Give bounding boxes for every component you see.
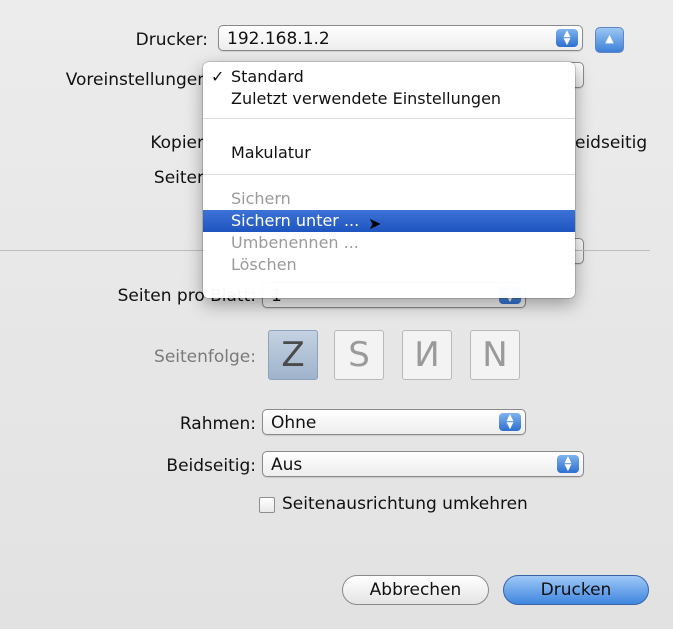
page-order-label: Seitenfolge: — [154, 347, 256, 367]
menu-item-standard[interactable]: ✓ Standard — [203, 66, 575, 88]
border-value: Ohne — [271, 413, 317, 433]
printer-value: 192.168.1.2 — [227, 29, 330, 49]
border-popup[interactable]: Ohne ▲ ▼ — [262, 409, 526, 435]
duplex-background-label: eidseitig — [575, 133, 648, 153]
up-down-arrows-icon: ▲▼ — [499, 413, 521, 431]
cancel-button[interactable]: Abbrechen — [342, 575, 489, 605]
menu-item-label: Makulatur — [231, 143, 311, 162]
menu-item-label: Sichern — [231, 189, 291, 208]
duplex-popup[interactable]: Aus ▲ ▼ — [262, 451, 584, 477]
menu-item-recent-settings[interactable]: Zuletzt verwendete Einstellungen — [203, 88, 575, 110]
n-order-icon[interactable]: И — [402, 330, 452, 380]
border-label: Rahmen: — [179, 414, 256, 434]
menu-item-delete: Löschen — [203, 254, 575, 276]
menu-item-label: Sichern unter ... — [231, 211, 360, 230]
print-dialog: Drucker: 192.168.1.2 ▲ ▼ ▲ Voreinstellung… — [0, 0, 673, 629]
menu-item-rename: Umbenennen ... — [203, 232, 575, 254]
menu-item-save: Sichern — [203, 188, 575, 210]
menu-item-label: Löschen — [231, 255, 297, 274]
reverse-z-order-icon[interactable]: S — [334, 330, 384, 380]
presets-menu: ✓ Standard Zuletzt verwendete Einstellun… — [203, 62, 575, 298]
presets-label: Voreinstellungen — [65, 70, 208, 90]
menu-separator — [203, 174, 575, 175]
menu-item-makulatur[interactable]: Makulatur — [203, 142, 575, 164]
reverse-orientation-checkbox[interactable] — [259, 497, 275, 513]
menu-item-label: Zuletzt verwendete Einstellungen — [231, 89, 502, 108]
printer-label: Drucker: — [135, 30, 208, 50]
up-down-arrows-icon: ▲▼ — [557, 455, 579, 473]
disclosure-triangle-icon[interactable]: ▲ — [595, 27, 624, 53]
duplex-value: Aus — [271, 455, 303, 475]
z-order-icon[interactable]: Z — [268, 330, 318, 380]
reverse-n-order-icon[interactable]: N — [470, 330, 520, 380]
menu-item-label: Standard — [231, 67, 304, 86]
menu-item-save-as[interactable]: Sichern unter ... ➤ — [203, 210, 575, 233]
pages-label: Seiter — [153, 168, 204, 188]
print-button[interactable]: Drucken — [503, 575, 649, 605]
menu-item-label: Umbenennen ... — [231, 233, 359, 252]
checkmark-icon: ✓ — [211, 67, 225, 86]
copies-label: Kopier — [150, 133, 204, 153]
up-down-arrows-icon: ▲▼ — [556, 29, 578, 47]
menu-separator — [203, 118, 575, 119]
duplex-label: Beidseitig: — [166, 456, 256, 476]
reverse-orientation-label: Seitenausrichtung umkehren — [282, 494, 528, 514]
printer-popup[interactable]: 192.168.1.2 ▲ ▼ — [218, 25, 583, 51]
